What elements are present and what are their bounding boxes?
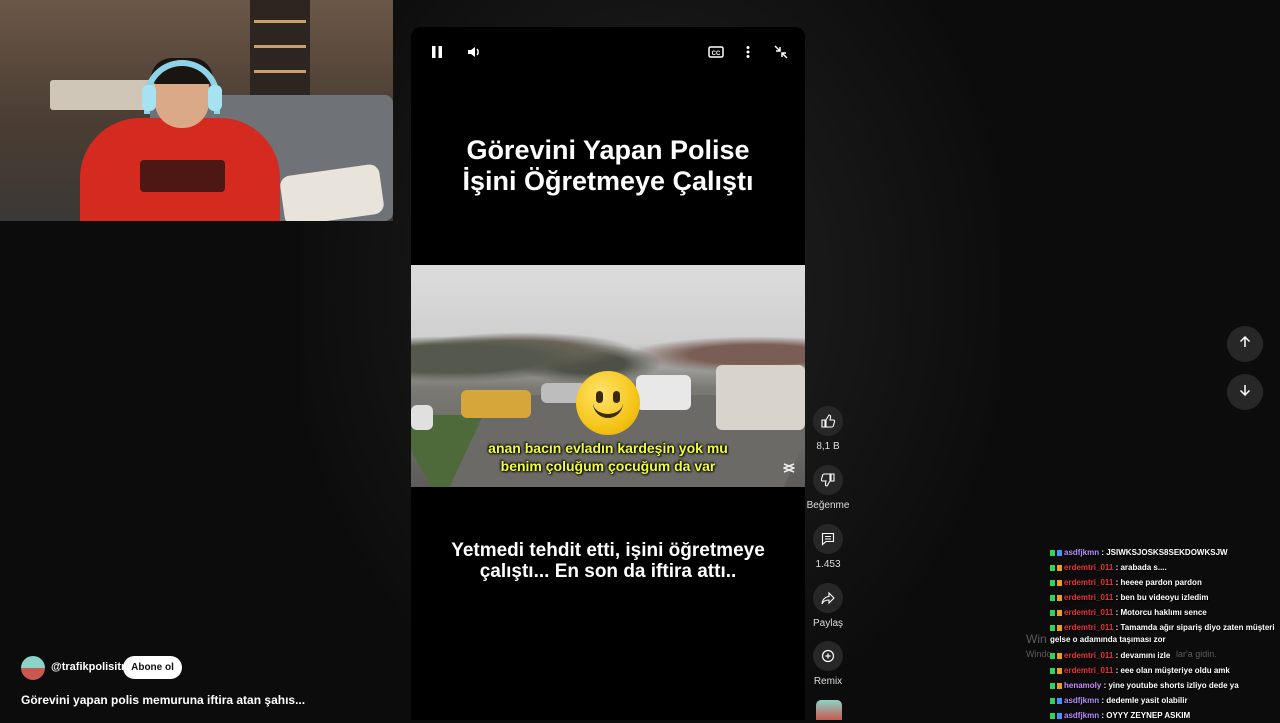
chat-user: erdemtri_011 bbox=[1064, 563, 1114, 572]
chat-user: erdemtri_011 bbox=[1064, 593, 1114, 602]
share-icon[interactable] bbox=[813, 583, 843, 613]
remix-icon[interactable] bbox=[813, 641, 843, 671]
previous-short-button[interactable] bbox=[1227, 326, 1263, 362]
chat-user: henamoly bbox=[1064, 681, 1102, 690]
thumb-down-icon[interactable] bbox=[813, 465, 843, 495]
chat-text: yine youtube shorts izliyo dede ya bbox=[1108, 681, 1239, 690]
webcam-overlay bbox=[0, 0, 393, 221]
chat-text: JSIWKSJOSKS8SEKDOWKSJW bbox=[1106, 548, 1228, 557]
subscribe-button[interactable]: Abone ol bbox=[123, 656, 182, 679]
chat-text: Motorcu haklımı sence bbox=[1120, 608, 1207, 617]
video-car-yellow bbox=[461, 390, 531, 418]
chat-message: asdfjkmn : OYYY ZEYNEP ASKIM bbox=[1050, 708, 1280, 723]
chat-text: dedemle yasit olabilir bbox=[1106, 696, 1188, 705]
chat-message: erdemtri_011 : arabada s.... bbox=[1050, 560, 1280, 575]
pause-icon[interactable] bbox=[431, 45, 443, 64]
dislike-label: Beğenme bbox=[806, 500, 850, 511]
chat-message: erdemtri_011 : Tamamda ağır sipariş diyo… bbox=[1050, 623, 1275, 644]
chat-message: asdfjkmn : JSIWKSJOSKS8SEKDOWKSJW bbox=[1050, 545, 1280, 560]
dislike-button[interactable]: Beğenme bbox=[807, 465, 849, 511]
more-vert-icon[interactable] bbox=[745, 45, 751, 64]
exit-fullscreen-icon[interactable] bbox=[774, 45, 788, 64]
chat-user: erdemtri_011 bbox=[1064, 623, 1114, 632]
like-count: 8,1 B bbox=[816, 441, 840, 452]
chat-user: erdemtri_011 bbox=[1064, 666, 1114, 675]
arrow-down-icon bbox=[1239, 383, 1251, 401]
chat-message: erdemtri_011 : devamını izle bbox=[1050, 648, 1280, 663]
volume-icon[interactable] bbox=[467, 45, 481, 64]
shorts-video-player[interactable]: CC Görevini Yapan Polise İşini Öğretmeye… bbox=[411, 27, 805, 720]
arrow-up-icon bbox=[1239, 335, 1251, 353]
stream-chat-overlay: asdfjkmn : JSIWKSJOSKS8SEKDOWKSJW erdemt… bbox=[1050, 545, 1280, 723]
chat-user: asdfjkmn bbox=[1064, 711, 1100, 720]
chat-user: asdfjkmn bbox=[1064, 696, 1100, 705]
capcut-logo-icon bbox=[781, 462, 797, 477]
chat-text: OYYY ZEYNEP ASKIM bbox=[1106, 711, 1191, 720]
like-button[interactable]: 8,1 B bbox=[810, 406, 846, 452]
webcam-shelf bbox=[250, 0, 310, 110]
video-subtitle-line-2: benim çoluğum çocuğum da var bbox=[500, 458, 716, 474]
video-bottom-caption: Yetmedi tehdit etti, işini öğretmeye çal… bbox=[451, 540, 765, 582]
chat-user: erdemtri_011 bbox=[1064, 578, 1114, 587]
chat-user: asdfjkmn bbox=[1064, 548, 1100, 557]
channel-handle[interactable]: @trafikpolisitr bbox=[51, 661, 125, 673]
comments-button[interactable]: 1.453 bbox=[810, 524, 846, 570]
chat-user: erdemtri_011 bbox=[1064, 651, 1114, 660]
chat-text: devamını izle bbox=[1120, 651, 1171, 660]
chat-text: ben bu videoyu izledim bbox=[1120, 593, 1209, 602]
video-subtitle-line-1: anan bacın evladın kardeşin yok mu bbox=[488, 440, 728, 456]
remix-label: Remix bbox=[813, 676, 843, 687]
chat-message: henamoly : yine youtube shorts izliyo de… bbox=[1050, 678, 1280, 693]
video-description[interactable]: Görevini yapan polis memuruna iftira ata… bbox=[21, 693, 305, 707]
chat-text: eee olan müşteriye oldu amk bbox=[1120, 666, 1230, 675]
cc-icon[interactable]: CC bbox=[708, 45, 724, 64]
video-title-overlay: Görevini Yapan Polise İşini Öğretmeye Ça… bbox=[462, 135, 754, 196]
comment-count: 1.453 bbox=[815, 559, 841, 570]
chat-message: erdemtri_011 : eee olan müşteriye oldu a… bbox=[1050, 663, 1280, 678]
video-car-suv bbox=[716, 365, 805, 430]
svg-text:CC: CC bbox=[712, 51, 721, 57]
windows-watermark-line-1: Win bbox=[1026, 632, 1047, 646]
channel-avatar[interactable] bbox=[21, 656, 45, 680]
sound-avatar[interactable] bbox=[816, 700, 842, 720]
chat-user: erdemtri_011 bbox=[1064, 608, 1114, 617]
thumb-up-icon[interactable] bbox=[813, 406, 843, 436]
chat-message: erdemtri_011 : heeee pardon pardon bbox=[1050, 575, 1280, 590]
chat-message: erdemtri_011 : ben bu videoyu izledim bbox=[1050, 590, 1280, 605]
webcam-headset-ear-left bbox=[142, 85, 156, 111]
next-short-button[interactable] bbox=[1227, 374, 1263, 410]
webcam-headset-ear-right bbox=[208, 85, 222, 111]
smiley-face-emoji bbox=[576, 371, 640, 435]
chat-message: asdfjkmn : dedemle yasit olabilir bbox=[1050, 693, 1280, 708]
video-car-left bbox=[411, 405, 433, 430]
chat-message: erdemtri_011 : Motorcu haklımı sence bbox=[1050, 605, 1280, 620]
video-car-white bbox=[636, 375, 691, 410]
remix-button[interactable]: Remix bbox=[810, 641, 846, 687]
share-label: Paylaş bbox=[812, 618, 843, 629]
windows-watermark-line-2: Windo bbox=[1026, 649, 1052, 659]
chat-text: arabada s.... bbox=[1120, 563, 1167, 572]
chat-text: heeee pardon pardon bbox=[1120, 578, 1202, 587]
video-frame: anan bacın evladın kardeşin yok mu benim… bbox=[411, 265, 805, 487]
comment-icon[interactable] bbox=[813, 524, 843, 554]
webcam-shirt-print bbox=[140, 160, 225, 192]
share-button[interactable]: Paylaş bbox=[810, 583, 846, 629]
